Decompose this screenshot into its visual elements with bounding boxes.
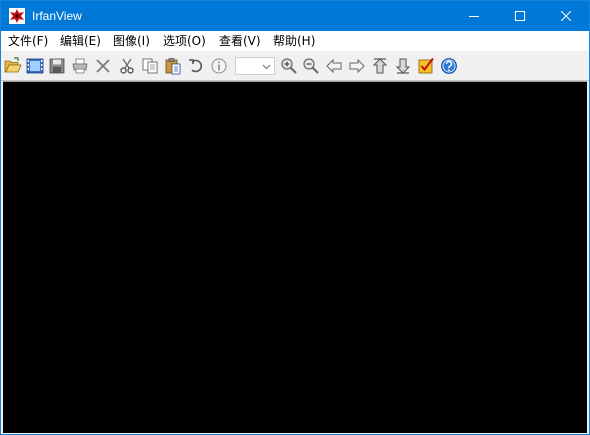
image-canvas[interactable]	[3, 81, 587, 433]
window-title: IrfanView	[32, 9, 82, 23]
delete-button[interactable]	[93, 56, 113, 76]
slideshow-button[interactable]	[25, 56, 45, 76]
cut-button[interactable]	[117, 56, 137, 76]
settings-button[interactable]	[416, 56, 436, 76]
info-button[interactable]	[209, 56, 229, 76]
menu-bar: 文件(F) 编辑(E) 图像(I) 选项(O) 查看(V) 帮助(H)	[1, 31, 589, 51]
zoom-combo[interactable]	[235, 57, 275, 75]
last-file-icon	[395, 58, 411, 74]
settings-check-icon	[418, 57, 434, 74]
slideshow-icon	[26, 58, 44, 74]
toolbar	[1, 52, 589, 81]
info-icon	[211, 58, 227, 74]
cut-icon	[120, 58, 134, 74]
last-file-button[interactable]	[393, 56, 413, 76]
paste-button[interactable]	[163, 56, 183, 76]
next-button[interactable]	[347, 56, 367, 76]
undo-button[interactable]	[186, 56, 206, 76]
close-button[interactable]	[543, 1, 589, 31]
previous-button[interactable]	[324, 56, 344, 76]
save-button[interactable]	[47, 56, 67, 76]
first-file-button[interactable]	[370, 56, 390, 76]
previous-arrow-icon	[326, 58, 342, 74]
undo-icon	[189, 59, 203, 73]
open-folder-icon	[4, 57, 22, 73]
open-button[interactable]	[3, 56, 23, 76]
first-file-icon	[372, 58, 388, 74]
print-button[interactable]	[70, 56, 90, 76]
zoom-in-icon	[281, 58, 297, 74]
maximize-button[interactable]	[497, 1, 543, 31]
copy-icon	[142, 58, 158, 74]
delete-icon	[96, 59, 110, 73]
next-arrow-icon	[349, 58, 365, 74]
minimize-icon	[469, 16, 479, 17]
minimize-button[interactable]	[451, 1, 497, 31]
copy-button[interactable]	[140, 56, 160, 76]
paste-icon	[165, 58, 181, 75]
chevron-down-icon	[262, 64, 271, 70]
menu-options[interactable]: 选项(O)	[163, 31, 206, 51]
irfanview-window: IrfanView 文件(F) 编辑(E) 图像(I) 选项(O) 查看(V) …	[0, 0, 590, 435]
menu-file[interactable]: 文件(F)	[8, 31, 48, 51]
print-icon	[72, 58, 88, 74]
irfanview-icon	[9, 8, 25, 24]
menu-edit[interactable]: 编辑(E)	[60, 31, 101, 51]
zoom-out-icon	[303, 58, 319, 74]
menu-view[interactable]: 查看(V)	[219, 31, 261, 51]
save-icon	[49, 58, 65, 74]
menu-help[interactable]: 帮助(H)	[273, 31, 315, 51]
zoom-in-button[interactable]	[279, 56, 299, 76]
title-bar[interactable]: IrfanView	[1, 1, 589, 31]
zoom-out-button[interactable]	[301, 56, 321, 76]
help-icon	[441, 58, 457, 74]
maximize-icon	[515, 11, 525, 21]
help-button[interactable]	[439, 56, 459, 76]
close-icon	[561, 11, 571, 21]
menu-image[interactable]: 图像(I)	[113, 31, 150, 51]
